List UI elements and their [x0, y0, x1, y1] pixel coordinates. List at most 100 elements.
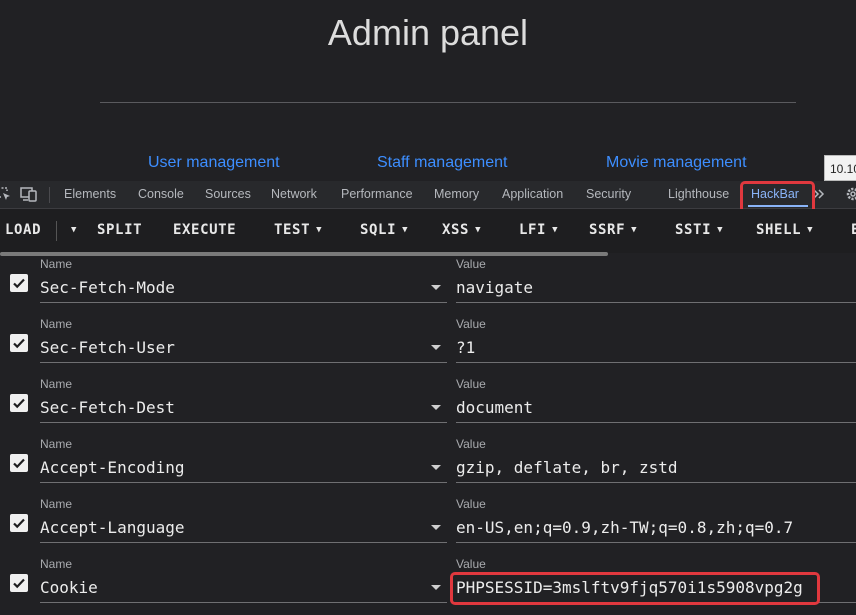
header-enabled-checkbox[interactable]	[10, 334, 28, 352]
tab-security[interactable]: Security	[586, 181, 631, 208]
header-value-accept-language[interactable]: en-US,en;q=0.9,zh-TW;q=0.8,zh;q=0.7	[456, 518, 793, 537]
name-label: Name	[40, 557, 73, 571]
ssrf-label: SSRF	[589, 222, 626, 238]
header-name-accept-encoding[interactable]: Accept-Encoding	[40, 458, 185, 477]
header-name-cookie[interactable]: Cookie	[40, 578, 98, 597]
header-value-accept-encoding[interactable]: gzip, deflate, br, zstd	[456, 458, 678, 477]
checkmark-icon	[13, 338, 25, 349]
devtools-tabbar: Elements Console Sources Network Perform…	[0, 181, 856, 209]
caret-down-icon[interactable]	[431, 465, 441, 470]
name-label: Name	[40, 377, 73, 391]
name-field-underline	[40, 482, 447, 483]
inspect-element-icon[interactable]	[0, 186, 12, 202]
overflow-menu-button[interactable]: E	[851, 209, 856, 251]
header-value-sec-fetch-dest[interactable]: document	[456, 398, 533, 417]
load-options-button[interactable]: ▼	[65, 209, 77, 251]
header-name-sec-fetch-user[interactable]: Sec-Fetch-User	[40, 338, 175, 357]
header-enabled-checkbox[interactable]	[10, 454, 28, 472]
xss-menu-button[interactable]: XSS ▼	[442, 209, 481, 251]
shell-menu-button[interactable]: SHELL ▼	[756, 209, 813, 251]
value-field-underline	[456, 302, 856, 303]
header-name-sec-fetch-mode[interactable]: Sec-Fetch-Mode	[40, 278, 175, 297]
gear-icon[interactable]	[845, 186, 856, 202]
sqli-menu-button[interactable]: SQLI ▼	[360, 209, 408, 251]
checkmark-icon	[13, 578, 25, 589]
caret-down-icon: ▼	[552, 225, 559, 235]
tab-network[interactable]: Network	[271, 181, 317, 208]
value-label: Value	[456, 317, 486, 331]
value-label: Value	[456, 557, 486, 571]
divider	[100, 102, 796, 103]
tab-application[interactable]: Application	[502, 181, 563, 208]
checkmark-icon	[13, 518, 25, 529]
load-button[interactable]: LOAD	[5, 209, 41, 251]
tab-lighthouse[interactable]: Lighthouse	[668, 181, 729, 208]
header-name-sec-fetch-dest[interactable]: Sec-Fetch-Dest	[40, 398, 175, 417]
header-row: Name Accept-Language Value en-US,en;q=0.9,z…	[0, 495, 856, 555]
shell-label: SHELL	[756, 222, 802, 238]
caret-down-icon[interactable]	[431, 525, 441, 530]
caret-down-icon[interactable]	[431, 285, 441, 290]
page-title: Admin panel	[327, 12, 529, 53]
name-label: Name	[40, 497, 73, 511]
execute-button[interactable]: EXECUTE	[173, 209, 236, 251]
caret-down-icon: ▼	[402, 225, 409, 235]
xss-label: XSS	[442, 222, 470, 238]
value-label: Value	[456, 437, 486, 451]
tab-memory[interactable]: Memory	[434, 181, 479, 208]
sqli-label: SQLI	[360, 222, 397, 238]
split-button[interactable]: SPLIT	[97, 209, 142, 251]
ssrf-menu-button[interactable]: SSRF ▼	[589, 209, 637, 251]
load-separator	[56, 221, 57, 241]
lfi-menu-button[interactable]: LFI ▼	[519, 209, 558, 251]
name-label: Name	[40, 257, 73, 271]
ssti-label: SSTI	[675, 222, 712, 238]
value-field-underline	[456, 422, 856, 423]
value-label: Value	[456, 257, 486, 271]
caret-down-icon[interactable]	[431, 345, 441, 350]
caret-down-icon[interactable]	[431, 405, 441, 410]
header-name-accept-language[interactable]: Accept-Language	[40, 518, 185, 537]
name-field-underline	[40, 422, 447, 423]
lfi-label: LFI	[519, 222, 547, 238]
tab-sources[interactable]: Sources	[205, 181, 251, 208]
caret-down-icon: ▼	[71, 225, 78, 235]
header-row: Name Accept-Encoding Value gzip, deflate, b…	[0, 435, 856, 495]
header-value-sec-fetch-mode[interactable]: navigate	[456, 278, 533, 297]
tab-performance[interactable]: Performance	[341, 181, 413, 208]
value-label: Value	[456, 497, 486, 511]
ssti-menu-button[interactable]: SSTI ▼	[675, 209, 723, 251]
value-field-underline	[456, 482, 856, 483]
checkmark-icon	[13, 458, 25, 469]
movie-management-link[interactable]: Movie management	[606, 154, 747, 172]
caret-down-icon: ▼	[807, 225, 814, 235]
device-toolbar-icon[interactable]	[20, 186, 37, 202]
name-field-underline	[40, 602, 447, 603]
staff-management-link[interactable]: Staff management	[377, 154, 507, 172]
test-menu-button[interactable]: TEST ▼	[274, 209, 322, 251]
test-label: TEST	[274, 222, 311, 238]
header-row: Name Sec-Fetch-Dest Value document	[0, 375, 856, 435]
header-enabled-checkbox[interactable]	[10, 574, 28, 592]
cookie-value-highlight	[450, 572, 820, 605]
header-row: Name Sec-Fetch-Mode Value navigate	[0, 255, 856, 315]
value-field-underline	[456, 542, 856, 543]
name-field-underline	[40, 302, 447, 303]
user-management-link[interactable]: User management	[148, 154, 280, 172]
web-page: Admin panel User management Staff manage…	[0, 0, 856, 181]
tabbar-divider	[49, 187, 50, 203]
name-label: Name	[40, 437, 73, 451]
header-value-sec-fetch-user[interactable]: ?1	[456, 338, 475, 357]
checkmark-icon	[13, 398, 25, 409]
header-enabled-checkbox[interactable]	[10, 394, 28, 412]
caret-down-icon: ▼	[631, 225, 638, 235]
tab-elements[interactable]: Elements	[64, 181, 116, 208]
tab-console[interactable]: Console	[138, 181, 184, 208]
header-enabled-checkbox[interactable]	[10, 274, 28, 292]
value-label: Value	[456, 377, 486, 391]
hackbar-toolbar: LOAD ▼ SPLIT EXECUTE TEST ▼ SQLI ▼ XSS ▼ LF…	[0, 209, 856, 253]
checkmark-icon	[13, 278, 25, 289]
header-row: Name Sec-Fetch-User Value ?1	[0, 315, 856, 375]
header-enabled-checkbox[interactable]	[10, 514, 28, 532]
caret-down-icon[interactable]	[431, 585, 441, 590]
